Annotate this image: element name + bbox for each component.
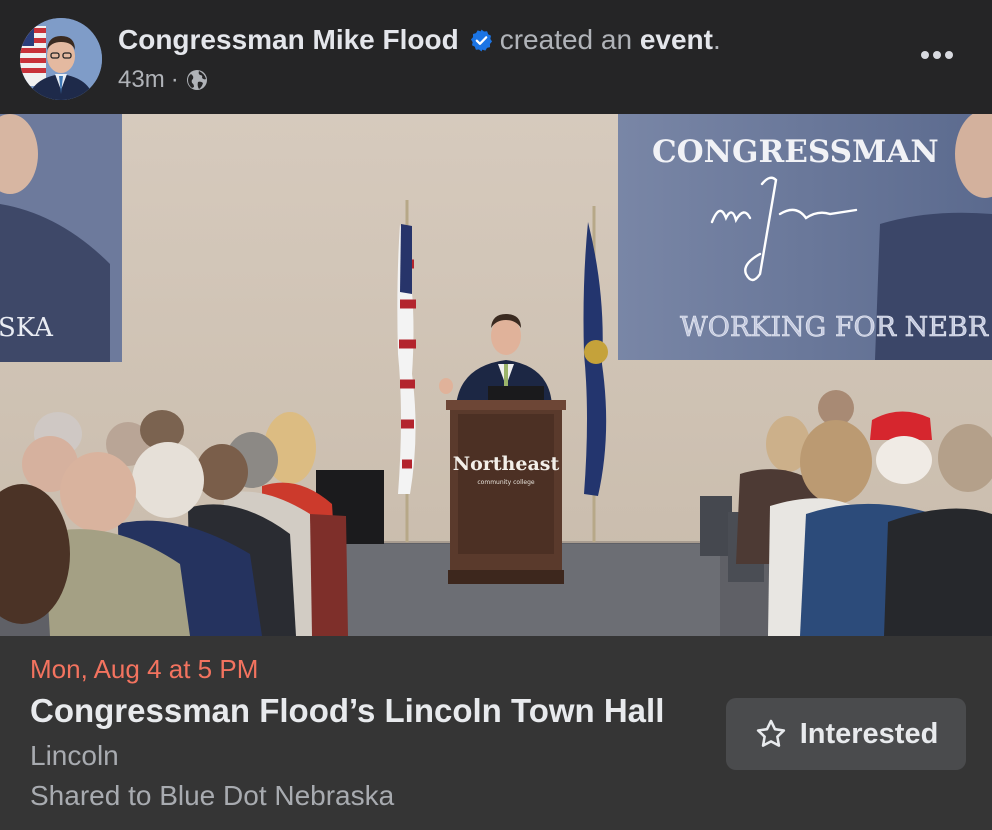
event-link[interactable]: event [640, 24, 713, 56]
interested-label: Interested [799, 717, 939, 750]
interested-button[interactable]: Interested [726, 698, 966, 770]
post-meta: 43m · [118, 64, 209, 96]
action-prefix: created an [499, 24, 633, 55]
right-screen-title: CONGRESSMAN [652, 134, 939, 170]
event-photo[interactable]: SKA CONGRESSMAN WORKING FOR NEBR Northea… [0, 114, 992, 636]
right-screen-banner: WORKING FOR NEBR [680, 312, 989, 343]
podium: Northeast community college [446, 386, 566, 584]
event-date: Mon, Aug 4 at 5 PM [30, 654, 259, 684]
more-options-icon [945, 51, 953, 59]
globe-icon [186, 70, 207, 90]
post-timestamp[interactable]: 43m [118, 66, 165, 94]
left-projection-screen: SKA [0, 114, 122, 362]
event-shared-to: Shared to Blue Dot Nebraska [30, 780, 395, 811]
podium-logo: Northeast [453, 453, 560, 475]
author-avatar[interactable] [20, 18, 102, 100]
right-projection-screen: CONGRESSMAN WORKING FOR NEBR [618, 114, 992, 360]
left-screen-text: SKA [0, 313, 54, 343]
podium-logo-sub: community college [477, 479, 535, 486]
post-header: Congressman Mike Flood created an event.… [0, 0, 992, 114]
event-location: Lincoln [30, 740, 119, 771]
more-options-icon [933, 51, 941, 59]
event-title[interactable]: Congressman Flood’s Lincoln Town Hall [30, 692, 664, 730]
event-details[interactable]: Mon, Aug 4 at 5 PM Congressman Flood’s L… [0, 636, 992, 830]
action-suffix: . [712, 24, 721, 55]
author-name[interactable]: Congressman Mike Flood [118, 24, 459, 56]
more-options-icon [921, 51, 929, 59]
more-options-button[interactable] [912, 38, 962, 72]
meta-separator: · [170, 66, 179, 93]
event-post: Congressman Mike Flood created an event.… [0, 0, 992, 830]
star-outline-icon [756, 719, 785, 747]
verified-badge-icon [470, 29, 492, 51]
author-line: Congressman Mike Flood created an event. [118, 22, 721, 58]
